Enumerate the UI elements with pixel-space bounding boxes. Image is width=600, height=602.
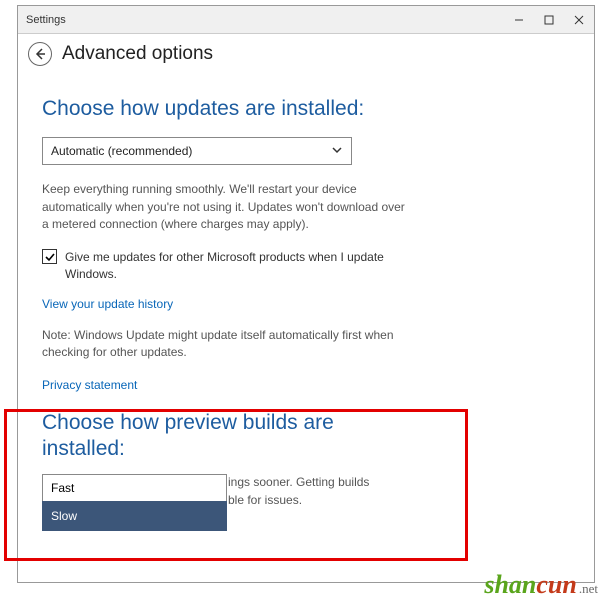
close-button[interactable] (564, 6, 594, 34)
minimize-button[interactable] (504, 6, 534, 34)
preview-ring-dropdown[interactable]: Fast Slow (42, 474, 227, 531)
update-history-link[interactable]: View your update history (42, 297, 570, 311)
update-mode-value: Automatic (recommended) (51, 144, 192, 158)
preview-option-slow[interactable]: Slow (42, 501, 227, 531)
window-title: Settings (26, 14, 504, 26)
other-products-label: Give me updates for other Microsoft prod… (65, 249, 412, 283)
page-title: Advanced options (62, 43, 213, 65)
preview-description-partial: ings sooner. Getting builds ble for issu… (228, 474, 408, 509)
maximize-button[interactable] (534, 6, 564, 34)
update-mode-dropdown[interactable]: Automatic (recommended) (42, 137, 352, 165)
updates-note: Note: Windows Update might update itself… (42, 327, 412, 362)
updates-description: Keep everything running smoothly. We'll … (42, 181, 412, 233)
preview-heading: Choose how preview builds are installed: (42, 410, 342, 463)
privacy-link[interactable]: Privacy statement (42, 378, 570, 392)
back-button[interactable] (28, 42, 52, 66)
watermark: shancun.net (484, 570, 598, 600)
preview-option-fast[interactable]: Fast (42, 474, 227, 501)
chevron-down-icon (331, 144, 343, 159)
updates-heading: Choose how updates are installed: (42, 96, 570, 121)
other-products-checkbox[interactable] (42, 249, 57, 264)
